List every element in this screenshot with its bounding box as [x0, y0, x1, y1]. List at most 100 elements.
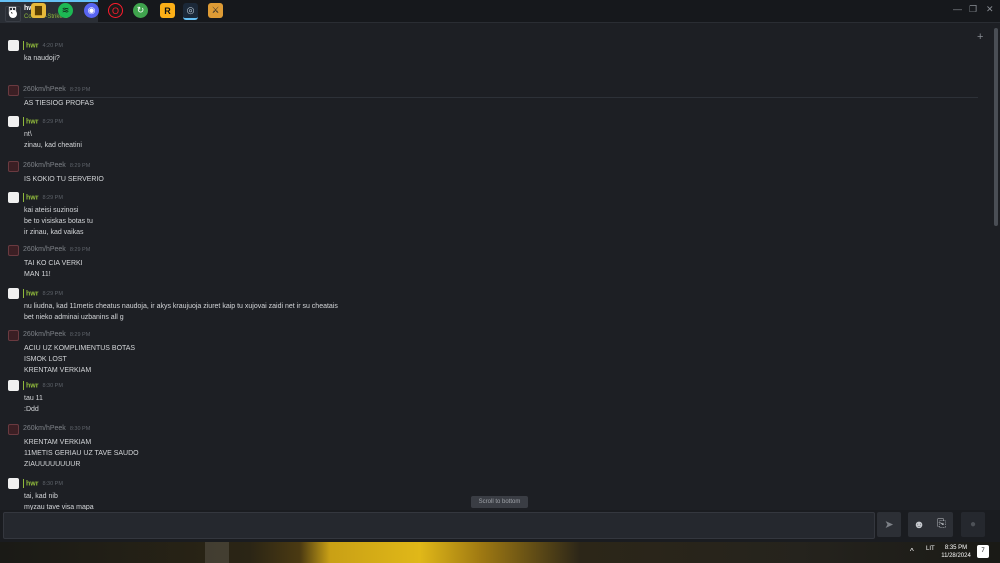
message-input[interactable]	[3, 512, 875, 539]
sender-name[interactable]: 260km/hPeek	[23, 425, 66, 432]
message-header: 260km/hPeek 8:29 PM	[23, 162, 90, 169]
voice-button[interactable]: ●	[961, 512, 985, 537]
message-timestamp: 8:29 PM	[42, 119, 63, 126]
message-header: hwr 8:30 PM	[23, 479, 63, 488]
tray-chevron-icon[interactable]: ^	[910, 547, 914, 556]
sender-avatar[interactable]	[8, 161, 19, 172]
message-timestamp: 8:30 PM	[42, 383, 63, 390]
message-lines: ka naudoji?	[24, 53, 60, 64]
file-explorer-icon[interactable]: ▇	[31, 3, 46, 18]
message-timestamp: 8:29 PM	[69, 332, 91, 338]
message-header: hwr 4:20 PM	[23, 41, 63, 50]
send-button[interactable]: ➤	[877, 512, 901, 537]
message-lines: TAI KO CIA VERKI MAN 11!	[24, 258, 83, 280]
windows-taskbar	[0, 542, 1000, 563]
message-timestamp: 8:30 PM	[69, 426, 91, 432]
sender-avatar[interactable]	[8, 380, 19, 391]
message-lines: KRENTAM VERKIAM 11METIS GERIAU UZ TAVE SA…	[24, 437, 139, 470]
message-text: tai, kad nib	[24, 493, 58, 500]
sender-name[interactable]: 260km/hPeek	[23, 331, 66, 338]
message-header: hwr 8:29 PM	[23, 117, 63, 126]
status-bar	[23, 193, 24, 202]
chat-scrollbar[interactable]	[994, 28, 998, 226]
message-text: bet nieko adminai uzbanins all g	[24, 314, 124, 321]
spotify-icon[interactable]: ≋	[58, 3, 73, 18]
counter-strike-icon[interactable]: ⚔	[208, 3, 223, 18]
message-lines: kai ateisi suzinosi be to visiskas botas …	[24, 205, 93, 238]
sender-name[interactable]: hwr	[26, 290, 38, 297]
emoji-icon: ☻	[913, 518, 925, 531]
sender-name[interactable]: 260km/hPeek	[23, 86, 66, 93]
status-bar	[23, 117, 24, 126]
taskbar-clock[interactable]: 8:35 PM 11/28/2024	[938, 544, 974, 560]
sender-name[interactable]: hwr	[26, 194, 38, 201]
notification-icon[interactable]: 7	[977, 545, 989, 558]
message-lines: tai, kad nib myzau tave visa mapa	[24, 491, 94, 510]
message-header: 260km/hPeek 8:30 PM	[23, 425, 90, 432]
message-text: KRENTAM VERKIAM	[24, 439, 92, 446]
message-text: MAN 11!	[24, 271, 51, 278]
message-text: ACIU UZ KOMPLIMENTUS BOTAS	[24, 345, 136, 352]
message-text: zinau, kad cheatini	[24, 142, 82, 149]
message-text: ir zinau, kad vaikas	[24, 229, 84, 236]
message-timestamp: 8:29 PM	[69, 87, 91, 93]
sender-avatar[interactable]	[8, 330, 19, 341]
chat-divider	[24, 97, 978, 98]
message-text: ZIAUUUUUUUUR	[24, 461, 81, 468]
discord-icon[interactable]: ◉	[84, 3, 99, 18]
message-timestamp: 8:29 PM	[69, 163, 91, 169]
message-timestamp: 8:29 PM	[42, 195, 63, 202]
status-bar	[23, 41, 24, 50]
message-timestamp: 4:20 PM	[42, 43, 63, 50]
close-window-button[interactable]: ✕	[986, 4, 994, 15]
rockstar-launcher-icon[interactable]: R	[160, 3, 175, 18]
sender-avatar[interactable]	[8, 85, 19, 96]
windows-start-icon[interactable]: ⊞	[5, 3, 20, 18]
status-bar	[23, 289, 24, 298]
message-text: :Ddd	[24, 406, 39, 413]
message-text: TAI KO CIA VERKI	[24, 260, 83, 267]
sender-avatar[interactable]	[8, 116, 19, 127]
sender-avatar[interactable]	[8, 245, 19, 256]
keyboard-language[interactable]: LIT	[926, 546, 935, 552]
clock-time: 8:35 PM	[944, 545, 968, 551]
chat-log[interactable]: hwr 4:20 PM ka naudoji? 260km/hPeek 8:29 PM A…	[0, 24, 994, 510]
message-text: nt\	[24, 131, 32, 138]
message-input-row: ➤ ☻ ⎘ ●	[0, 510, 1000, 542]
message-timestamp: 8:29 PM	[69, 247, 91, 253]
steam-icon[interactable]: ◎	[183, 3, 198, 20]
sender-name[interactable]: 260km/hPeek	[23, 162, 66, 169]
send-icon: ➤	[884, 519, 894, 531]
attach-button[interactable]: ⎘	[930, 512, 953, 537]
title-bar: hwr Counter-Strike 2 ✕ — ❐ ✕	[0, 0, 1000, 23]
message-header: hwr 8:30 PM	[23, 381, 63, 390]
message-text: ka naudoji?	[24, 55, 60, 62]
opera-icon[interactable]: O	[108, 3, 123, 18]
add-friend-icon[interactable]: +	[977, 31, 983, 43]
sender-name[interactable]: hwr	[26, 480, 38, 487]
scroll-to-bottom-button[interactable]: Scroll to bottom	[471, 496, 528, 508]
emoji-button[interactable]: ☻	[908, 512, 930, 537]
sender-name[interactable]: hwr	[26, 382, 38, 389]
sender-avatar[interactable]	[8, 288, 19, 299]
message-text: myzau tave visa mapa	[24, 504, 94, 510]
message-text: AS TIESIOG PROFAS	[24, 100, 94, 107]
status-bar	[23, 479, 24, 488]
sender-avatar[interactable]	[8, 40, 19, 51]
message-lines: ACIU UZ KOMPLIMENTUS BOTAS ISMOK LOST KREN…	[24, 343, 135, 376]
clock-date: 11/28/2024	[941, 553, 971, 559]
update-app-icon[interactable]: ↻	[133, 3, 148, 18]
sender-name[interactable]: hwr	[26, 118, 38, 125]
message-text: 11METIS GERIAU UZ TAVE SAUDO	[24, 450, 139, 457]
sender-name[interactable]: hwr	[26, 42, 38, 49]
message-header: 260km/hPeek 8:29 PM	[23, 86, 90, 93]
sender-name[interactable]: 260km/hPeek	[23, 246, 66, 253]
sender-avatar[interactable]	[8, 424, 19, 435]
message-lines: tau 11:Ddd	[24, 393, 43, 415]
minimize-button[interactable]: —	[953, 4, 962, 14]
sender-avatar[interactable]	[8, 192, 19, 203]
restore-button[interactable]: ❐	[969, 4, 977, 15]
message-text: KRENTAM VERKIAM	[24, 367, 92, 374]
sender-avatar[interactable]	[8, 478, 19, 489]
message-text: be to visiskas botas tu	[24, 218, 93, 225]
